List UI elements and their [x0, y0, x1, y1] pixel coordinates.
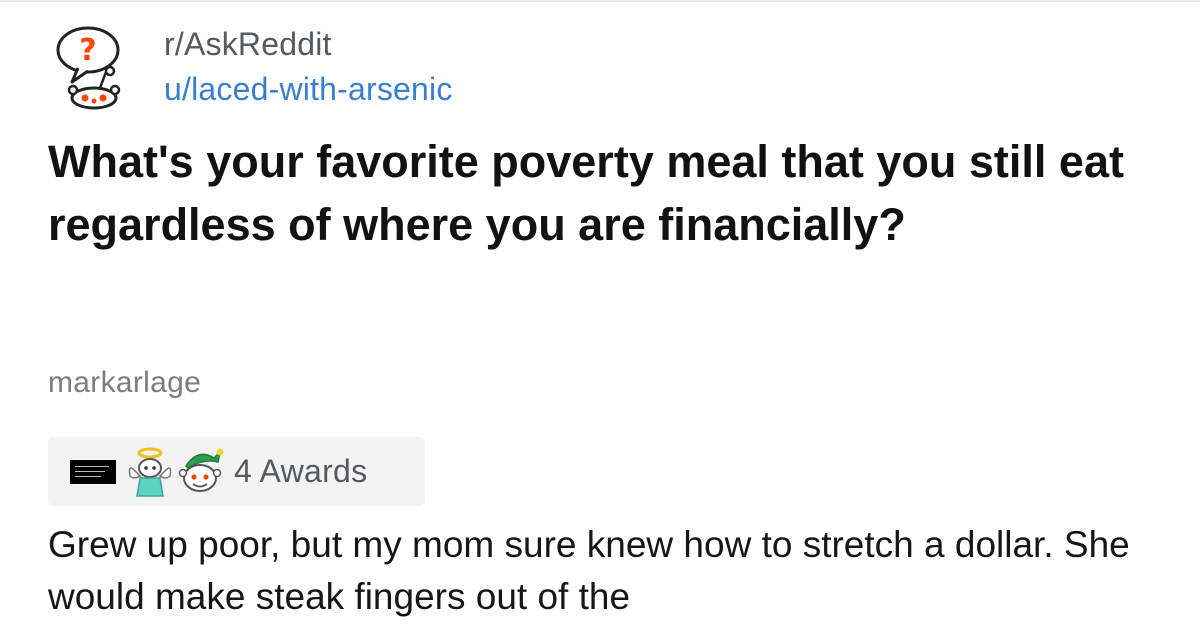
comment-body: Grew up poor, but my mom sure knew how t…: [48, 524, 1130, 617]
awards-count: 4 Awards: [234, 453, 368, 489]
comment-author[interactable]: markarlage: [48, 366, 201, 400]
elf-snoo-award-icon: [178, 448, 224, 492]
post-header: ? r/AskReddit u/laced-with-arsenic: [48, 22, 453, 112]
svg-text:?: ?: [79, 33, 96, 68]
askreddit-icon[interactable]: ?: [48, 22, 138, 112]
awards-bar[interactable]: 4 Awards: [48, 437, 425, 506]
subreddit-name[interactable]: r/AskReddit: [164, 22, 453, 66]
post-author-link[interactable]: u/laced-with-arsenic: [164, 66, 453, 112]
angel-award-icon: [128, 447, 172, 497]
text-award-icon: [70, 459, 116, 484]
top-divider: [0, 0, 1200, 2]
post-title[interactable]: What's your favorite poverty meal that y…: [48, 130, 1158, 256]
